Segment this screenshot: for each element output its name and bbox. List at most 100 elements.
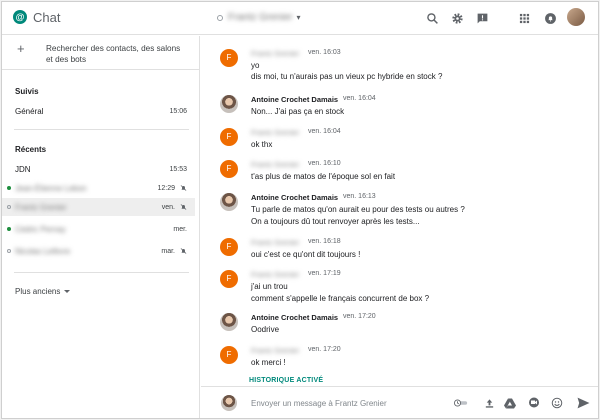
message-stream: F Frantz Grenier ven. 16:03 yo dis moi, … xyxy=(201,36,598,382)
muted-bell-icon xyxy=(180,185,187,191)
sidebar-item-label: Nicolas Lefèvre xyxy=(15,246,71,256)
sidebar-item-jdn[interactable]: JDN 15:53 xyxy=(2,160,195,178)
message-text: oui c'est ce qu'ont dit toujours ! xyxy=(251,250,361,259)
sidebar-item-dm-selected[interactable]: Frantz Grenier ven. xyxy=(2,198,195,216)
sender-name: Antoine Crochet Damais xyxy=(251,193,339,202)
send-icon[interactable] xyxy=(576,396,590,410)
caret-down-icon xyxy=(64,290,71,293)
meet-icon[interactable] xyxy=(527,396,541,410)
message-text: j'ai un trou xyxy=(251,282,288,291)
sender-name: Antoine Crochet Damais xyxy=(251,95,339,104)
message-time: ven. 17:20 xyxy=(343,313,376,320)
sidebar-item-label: Cédric Pernay xyxy=(15,224,66,234)
history-status: HISTORIQUE ACTIVÉ xyxy=(249,377,324,384)
apps-grid-icon[interactable] xyxy=(516,10,532,26)
message-time: ven. 16:04 xyxy=(343,95,376,102)
sender-avatar: F xyxy=(220,49,238,67)
chat-window: @ Chat Frantz Grenier ▾ + Rechercher des… xyxy=(1,1,599,419)
presence-online-icon xyxy=(7,227,11,231)
message-time: ven. 16:04 xyxy=(308,128,341,135)
sender-name: Frantz Grenier xyxy=(251,238,300,247)
muted-bell-icon xyxy=(180,204,187,210)
older-chats-label: Plus anciens xyxy=(15,287,61,296)
message-text: ok thx xyxy=(251,140,273,149)
sidebar: + Rechercher des contacts, des salons et… xyxy=(2,36,200,418)
sender-name: Antoine Crochet Damais xyxy=(251,313,339,322)
room-name: Frantz Grenier xyxy=(228,12,293,23)
find-people-label: Rechercher des contacts, des salons et d… xyxy=(46,44,181,64)
sender-avatar xyxy=(220,313,238,331)
message-text: ok merci ! xyxy=(251,358,286,367)
divider xyxy=(14,129,189,130)
sender-name: Frantz Grenier xyxy=(251,128,300,137)
feedback-icon[interactable] xyxy=(474,10,490,26)
divider xyxy=(14,272,189,273)
sidebar-item-time: ven. xyxy=(161,203,175,211)
section-suivis: Suivis xyxy=(15,87,39,96)
gear-icon[interactable] xyxy=(449,10,465,26)
sidebar-item-time: 15:06 xyxy=(169,107,187,115)
message-time: ven. 16:03 xyxy=(308,49,341,56)
message-text: Non... J'ai pas ça en stock xyxy=(251,107,345,116)
find-people-button[interactable]: + Rechercher des contacts, des salons et… xyxy=(2,36,200,70)
my-avatar xyxy=(221,395,237,411)
sender-name: Frantz Grenier xyxy=(251,160,300,169)
sidebar-item-dm[interactable]: Cédric Pernay mer. xyxy=(2,220,195,238)
presence-online-icon xyxy=(7,186,11,190)
notification-icon[interactable] xyxy=(542,10,558,26)
sidebar-item-time: mar. xyxy=(161,247,175,255)
chevron-down-icon: ▾ xyxy=(296,13,301,22)
sidebar-item-time: 15:53 xyxy=(169,165,187,173)
sidebar-item-time: mer. xyxy=(173,225,187,233)
sender-name: Frantz Grenier xyxy=(251,346,300,355)
sidebar-item-label: Général xyxy=(15,106,44,116)
sidebar-item-dm[interactable]: Jean-Étienne Lebon 12:29 xyxy=(2,179,195,197)
sender-avatar xyxy=(220,95,238,113)
message-text: Tu parle de matos qu'on aurait eu pour d… xyxy=(251,205,465,214)
drive-icon[interactable] xyxy=(503,396,517,410)
message-text: comment s'appelle le français concurrent… xyxy=(251,294,430,303)
message-time: ven. 16:13 xyxy=(343,193,376,200)
message-input[interactable]: Envoyer un message à Frantz Grenier xyxy=(251,399,387,408)
message-text: t'as plus de matos de l'époque sol en fa… xyxy=(251,172,396,181)
sidebar-item-label: JDN xyxy=(15,164,31,174)
message-text: On a toujours dû tout renvoyer après les… xyxy=(251,217,420,226)
sidebar-item-label: Frantz Grenier xyxy=(15,202,67,212)
account-avatar[interactable] xyxy=(567,8,585,26)
app-title: Chat xyxy=(33,10,61,25)
sender-avatar: F xyxy=(220,346,238,364)
plus-icon: + xyxy=(17,41,25,56)
room-selector[interactable]: Frantz Grenier ▾ xyxy=(217,12,300,23)
message-time: ven. 17:19 xyxy=(308,270,341,277)
upload-icon[interactable] xyxy=(482,396,496,410)
sender-avatar: F xyxy=(220,238,238,256)
chat-logo-icon[interactable]: @ xyxy=(13,10,27,24)
top-bar: @ Chat Frantz Grenier ▾ xyxy=(2,2,598,35)
presence-icon xyxy=(217,14,223,21)
message-text: dis moi, tu n'aurais pas un vieux pc hyb… xyxy=(251,72,443,81)
message-text: yo xyxy=(251,61,260,70)
history-toggle-icon[interactable] xyxy=(454,396,468,410)
section-recents: Récents xyxy=(15,145,47,154)
compose-bar: Envoyer un message à Frantz Grenier xyxy=(201,386,598,418)
sender-avatar: F xyxy=(220,160,238,178)
message-time: ven. 17:20 xyxy=(308,346,341,353)
older-chats-button[interactable]: Plus anciens xyxy=(15,287,71,296)
sender-avatar: F xyxy=(220,270,238,288)
sidebar-item-dm[interactable]: Nicolas Lefèvre mar. xyxy=(2,242,195,260)
sender-name: Frantz Grenier xyxy=(251,49,300,58)
sidebar-item-label: Jean-Étienne Lebon xyxy=(15,183,87,193)
message-text: Oodrive xyxy=(251,325,280,334)
muted-bell-icon xyxy=(180,248,187,254)
emoji-icon[interactable] xyxy=(550,396,564,410)
presence-offline-icon xyxy=(7,205,11,209)
message-time: ven. 16:10 xyxy=(308,160,341,167)
presence-offline-icon xyxy=(7,249,11,253)
sender-avatar: F xyxy=(220,128,238,146)
message-time: ven. 16:18 xyxy=(308,238,341,245)
sender-avatar xyxy=(220,193,238,211)
sender-name: Frantz Grenier xyxy=(251,270,300,279)
sidebar-item-general[interactable]: Général 15:06 xyxy=(2,102,195,120)
sidebar-item-time: 12:29 xyxy=(157,184,175,192)
search-icon[interactable] xyxy=(424,10,440,26)
